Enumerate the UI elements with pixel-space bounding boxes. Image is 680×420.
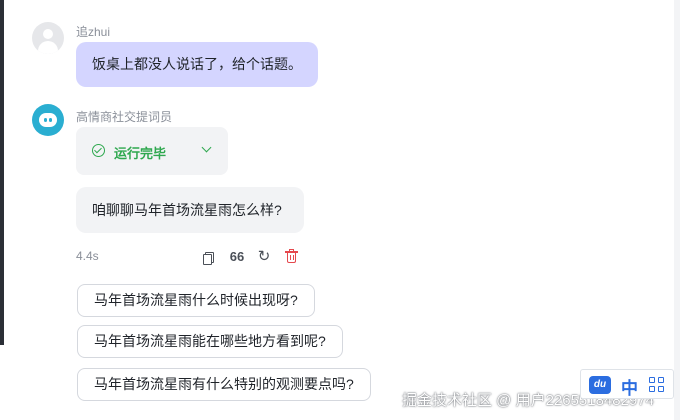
suggestion-chip[interactable]: 马年首场流星雨什么时候出现呀? [77,284,315,317]
bot-avatar [32,104,64,136]
run-status-card[interactable]: 运行完毕 [76,127,228,175]
grid-menu-icon[interactable] [649,377,665,393]
refresh-icon[interactable]: ↻ [255,247,273,267]
user-message-bubble: 饭桌上都没人说话了，给个话题。 [76,42,318,87]
ime-toolbar[interactable]: du 中 [580,369,674,399]
bot-avatar-eye-left [44,118,47,122]
quote-icon[interactable]: 66 [226,247,248,267]
user-name: 追zhui [76,25,111,39]
user-avatar-body [38,41,58,54]
run-status-label: 运行完毕 [114,146,167,161]
bot-answer-bubble: 咱聊聊马年首场流星雨怎么样? [76,187,304,233]
user-avatar-head [43,29,53,39]
user-avatar [32,22,64,54]
response-time: 4.4s [76,249,99,263]
bot-name: 高情商社交提词员 [76,110,173,124]
chevron-down-icon[interactable] [200,142,214,156]
bot-avatar-eye-right [49,118,52,122]
ime-language-toggle[interactable]: 中 [621,374,638,399]
left-panel-edge [0,0,4,345]
scrollbar-track[interactable] [674,0,680,420]
bot-avatar-face [39,113,57,127]
trash-icon[interactable] [282,247,300,267]
suggestion-chip[interactable]: 马年首场流星雨能在哪些地方看到呢? [77,325,343,358]
check-circle-icon [92,144,105,157]
suggestion-chip[interactable]: 马年首场流星雨有什么特别的观测要点吗? [77,368,371,401]
baidu-ime-logo-icon[interactable]: du [589,376,611,394]
copy-icon[interactable] [200,247,218,267]
